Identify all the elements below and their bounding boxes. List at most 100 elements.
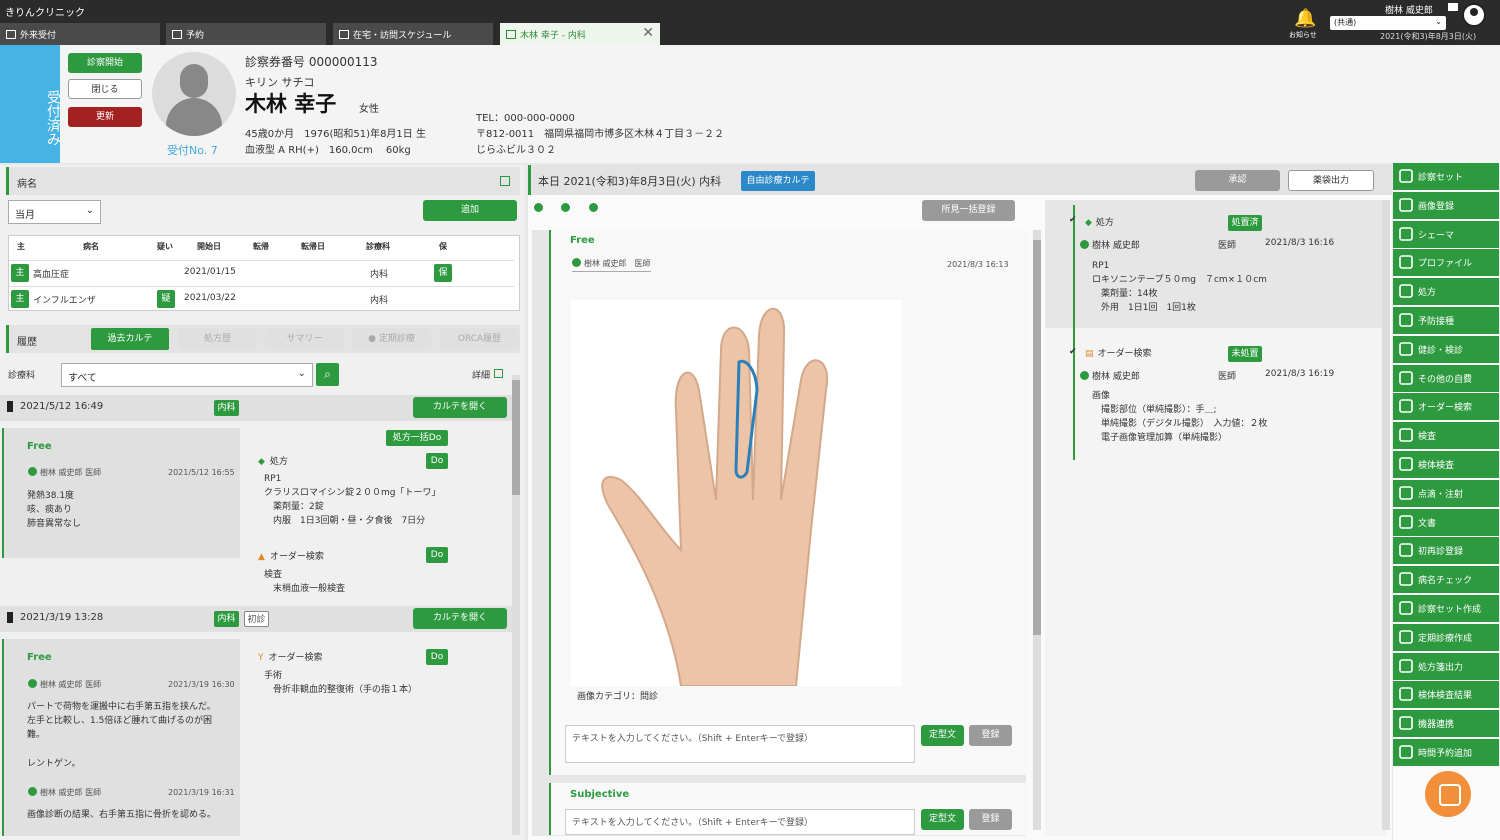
prescription-label-text: 処方 [269,457,288,467]
start-exam-button[interactable]: 診察開始 [68,53,142,73]
do-button[interactable]: Do [426,547,448,563]
search-icon[interactable]: ⌕ [316,363,339,386]
side-menu-item[interactable]: 処方箋出力 [1393,652,1499,680]
side-menu-item[interactable]: 診察セット [1393,163,1499,190]
side-menu-item[interactable]: その他の自費 [1393,364,1499,392]
side-menu-item[interactable]: 処方 [1393,278,1499,306]
message-icon[interactable] [1448,3,1458,11]
doctor-name: 樹林 威史郎 [1385,6,1433,16]
tab-reservation[interactable]: 予約 [166,23,326,45]
history-scroll-thumb[interactable] [512,380,520,495]
close-button[interactable]: 閉じる [68,79,142,99]
open-chart-button[interactable]: カルテを開く [413,397,507,418]
note-text-input[interactable]: テキストを入力してください。（Shift + Enterキーで登録） [565,725,915,763]
side-menu-label: 初再診登録 [1418,547,1464,558]
period-select[interactable]: 当月 ⌄ [8,200,101,224]
side-menu-item[interactable]: 検体検査 [1393,451,1499,478]
tab-summary[interactable]: サマリー [265,328,344,350]
approve-button[interactable]: 承認 [1195,170,1280,191]
detail-toggle[interactable]: 詳細 [472,368,490,381]
side-menu-item[interactable]: 機器連携 [1393,710,1499,738]
open-chart-button[interactable]: カルテを開く [413,608,507,629]
user-avatar[interactable] [1462,3,1486,27]
note-author: 樹林 威史郎 医師 [28,679,101,690]
dept-select[interactable]: (共通) ⌄ [1330,16,1446,30]
do-button[interactable]: Do [426,453,448,469]
tab-periodic[interactable]: ● 定期診療 [352,328,431,350]
subjective-text-input[interactable]: テキストを入力してください。（Shift + Enterキーで登録） [565,809,915,835]
author-name: 樹林 威史郎 医師 [40,788,102,797]
tab-prescription-history[interactable]: 処方歴 [178,328,257,350]
visit-date: 2021/3/19 13:28 [20,612,104,623]
side-menu-item[interactable]: 検体検査結果 [1393,681,1499,709]
note-scroll-thumb[interactable] [1033,240,1041,635]
order-label: ◆ 処方 [1085,215,1114,228]
orders-scrollbar[interactable] [1382,200,1390,830]
current-date: 2021(令和3)年8月3日(火) [1380,32,1477,41]
add-disease-button[interactable]: 追加 [423,200,517,221]
side-menu-item[interactable]: 病名チェック [1393,566,1499,594]
register-button[interactable]: 登録 [969,725,1012,746]
side-menu-item[interactable]: 検査 [1393,422,1499,450]
timeline-line [1073,345,1075,460]
order-status: 処置済 [1228,215,1262,231]
note-line: 左手と比較し、1.5倍ほど腫れて曲げるのが困 [27,716,213,726]
person-icon[interactable] [534,203,546,214]
menu-item-icon [1398,658,1414,674]
col-header: 転帰日 [301,242,325,251]
tab-homevisit[interactable]: 在宅・訪問スケジュール [333,23,493,45]
bell-icon[interactable]: 🔔 [1294,8,1316,29]
template-button[interactable]: 定型文 [921,809,964,830]
suspect-badge: 疑 [157,290,175,308]
bulk-register-button[interactable]: 所見一括登録 [922,200,1015,221]
note-time: 2021/3/19 16:31 [168,788,235,797]
tab-orca-history[interactable]: ORCA履歴 [440,328,519,350]
side-menu-label: 予防接種 [1418,317,1455,327]
table-row[interactable]: 主 インフルエンザ 疑 2021/03/22 内科 [9,286,514,311]
side-menu-item[interactable]: 予防接種 [1393,307,1499,334]
disease-dept: 内科 [370,270,389,280]
col-header: 保 [439,242,447,251]
note-time: 2021/3/19 16:30 [168,680,235,689]
hand-image[interactable] [571,300,902,687]
tab-past-chart[interactable]: 過去カルテ [91,328,169,350]
tab-label: 木林 幸子 - 内科 [520,31,586,41]
side-menu-item[interactable]: 画像登録 [1393,191,1499,219]
medicine-bag-button[interactable]: 薬袋出力 [1288,170,1374,191]
person-icon[interactable] [589,203,601,214]
chat-icon[interactable] [1425,771,1471,817]
collapse-icon[interactable] [500,176,510,186]
side-menu-item[interactable]: プロファイル [1393,249,1499,277]
close-icon[interactable]: ✕ [642,25,654,41]
do-button[interactable]: Do [426,649,448,665]
template-button[interactable]: 定型文 [921,725,964,746]
side-menu-item[interactable]: 時間予約追加 [1393,739,1499,766]
side-menu-item[interactable]: 健診・検診 [1393,335,1499,363]
update-button[interactable]: 更新 [68,107,142,127]
table-row[interactable]: 主 高血圧症 2021/01/15 内科 保 [9,260,514,285]
dept-filter-value: すべて [68,373,97,384]
prescription-do-all-button[interactable]: 処方一括Do [386,430,448,446]
person-icon [572,258,581,267]
side-menu-item[interactable]: 定期診療作成 [1393,623,1499,651]
note-author: 樹林 威史郎 医師 [28,787,101,798]
order-label: ▲ オーダー検索 [258,549,324,562]
tab-label: 外来受付 [20,31,57,41]
order-line: 撮影部位（単純撮影）：手＿; [1092,405,1217,415]
order-line: 末梢血液一般検査 [264,584,346,594]
check-icon: ✔ [1069,215,1077,225]
register-button[interactable]: 登録 [969,809,1012,830]
chevron-down-icon[interactable] [494,369,503,378]
side-menu-item[interactable]: 文書 [1393,508,1499,536]
tab-patient-chart[interactable]: 木林 幸子 - 内科 ✕ [500,23,660,45]
tab-outpatient[interactable]: 外来受付 [0,23,160,45]
side-menu-item[interactable]: シェーマ [1393,220,1499,248]
dept-filter-select[interactable]: すべて ⌄ [61,363,313,387]
person-icon[interactable] [561,203,573,214]
side-menu-item[interactable]: 診察セット作成 [1393,595,1499,622]
side-menu-item[interactable]: 点滴・注射 [1393,479,1499,507]
rx-line: 内服 1日3回朝・昼・夕食後 7日分 [264,516,426,526]
side-menu-item[interactable]: 初再診登録 [1393,537,1499,565]
side-menu-label: 点滴・注射 [1418,489,1464,500]
side-menu-item[interactable]: オーダー検索 [1393,393,1499,421]
